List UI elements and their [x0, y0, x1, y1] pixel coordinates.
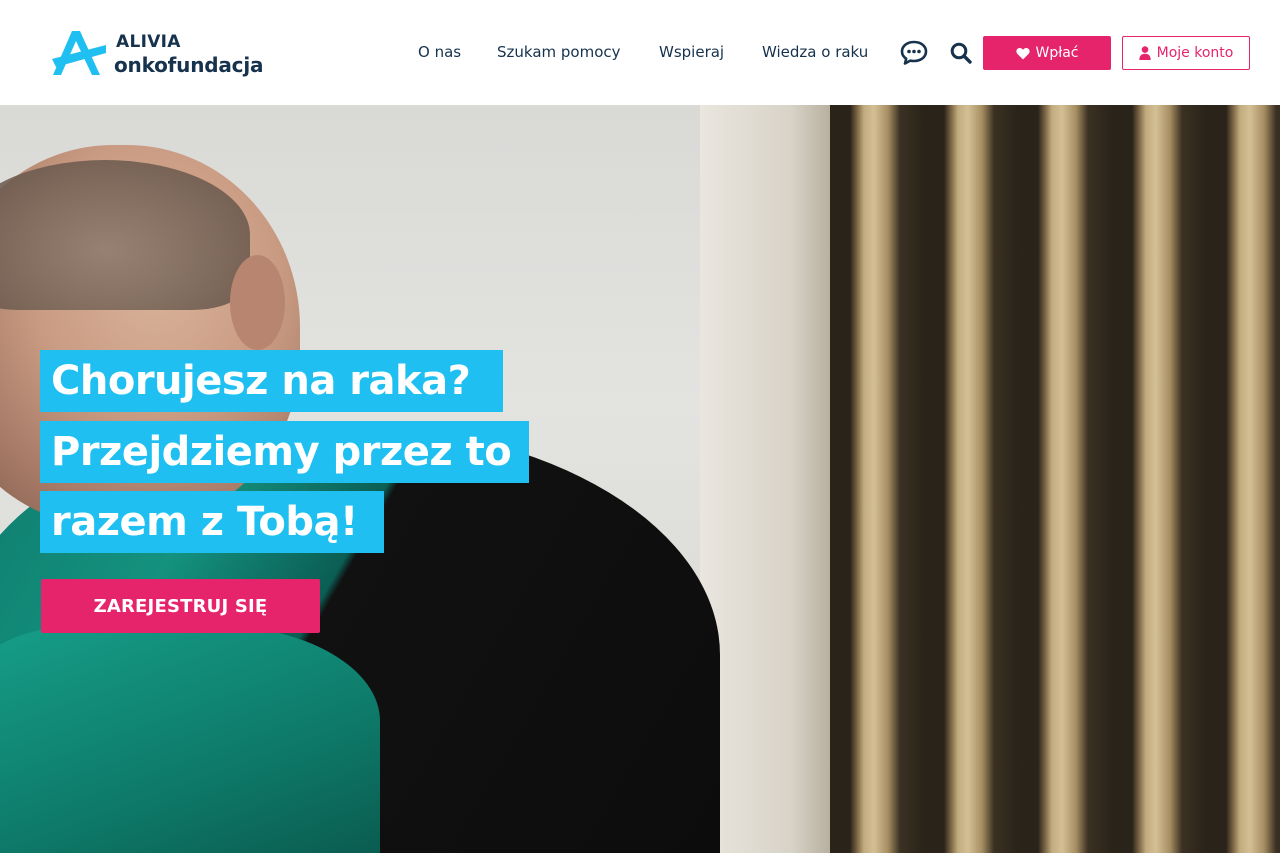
hero-person-ear — [230, 255, 285, 350]
site-logo[interactable]: ALIVIA onkofundacja — [50, 29, 265, 79]
hero-headline-line: razem z Tobą! — [40, 491, 384, 553]
user-icon — [1138, 46, 1151, 60]
register-button[interactable]: ZAREJESTRUJ SIĘ — [41, 579, 320, 633]
hero-background-radiator — [830, 105, 1280, 853]
hero-person-sleeve — [0, 625, 380, 853]
logo-name-line1: ALIVIA — [116, 32, 181, 52]
hero-section: Chorujesz na raka? Przejdziemy przez to … — [0, 105, 1280, 853]
nav-item-wspieraj[interactable]: Wspieraj — [659, 41, 724, 65]
chat-bubble-icon — [900, 40, 928, 65]
search-button[interactable] — [946, 38, 976, 68]
donate-button[interactable]: Wpłać — [983, 36, 1111, 70]
site-header: ALIVIA onkofundacja O nas Szukam pomocy … — [0, 0, 1280, 105]
hero-headline-line: Przejdziemy przez to — [40, 421, 529, 483]
heart-icon — [1015, 47, 1030, 59]
hero-headline-line: Chorujesz na raka? — [40, 350, 503, 412]
nav-item-wiedza-o-raku[interactable]: Wiedza o raku — [762, 41, 868, 65]
chat-button[interactable] — [899, 38, 929, 68]
search-icon — [950, 42, 972, 64]
account-button-label: Moje konto — [1156, 45, 1234, 61]
logo-name-line2: onkofundacja — [114, 53, 264, 77]
account-button[interactable]: Moje konto — [1122, 36, 1250, 70]
alivia-a-logo-icon — [52, 31, 106, 75]
nav-item-szukam-pomocy[interactable]: Szukam pomocy — [497, 41, 621, 65]
donate-button-label: Wpłać — [1035, 45, 1079, 61]
nav-item-o-nas[interactable]: O nas — [418, 41, 461, 65]
